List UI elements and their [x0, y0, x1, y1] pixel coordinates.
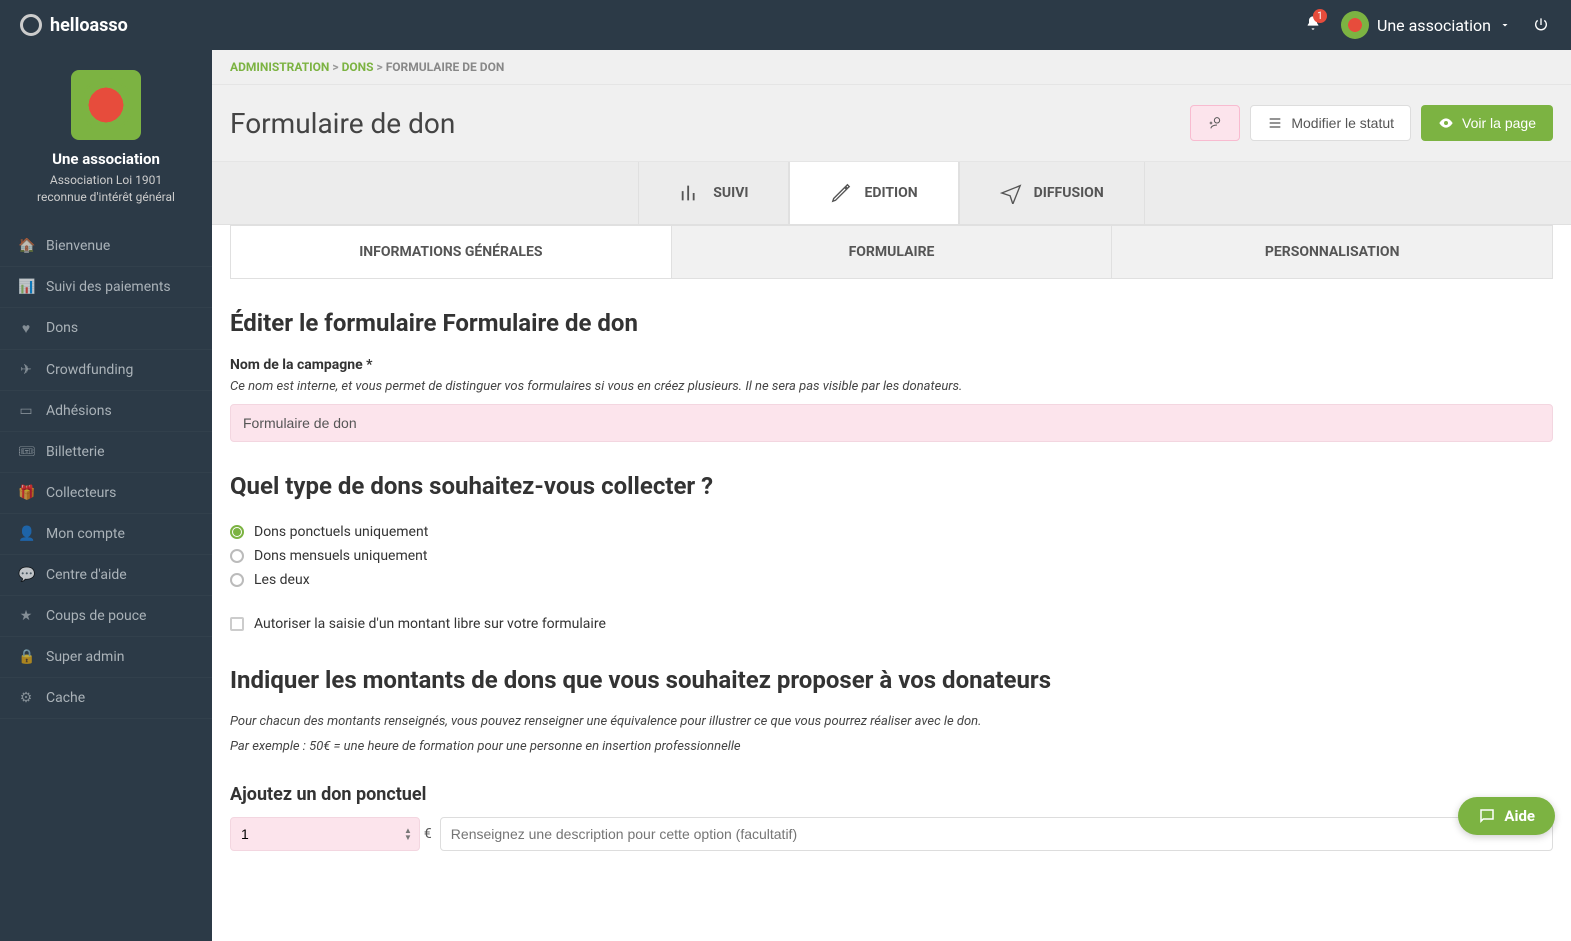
org-subtitle-1: Association Loi 1901 — [10, 172, 202, 189]
add-user-button[interactable] — [1190, 105, 1240, 141]
card-icon: ▭ — [18, 403, 34, 419]
breadcrumb: ADMINISTRATION > DONS > FORMULAIRE DE DO… — [212, 50, 1571, 85]
radio-mensuels[interactable]: Dons mensuels uniquement — [230, 544, 1553, 568]
power-icon[interactable] — [1531, 17, 1551, 33]
user-dropdown[interactable]: Une association — [1341, 11, 1511, 39]
modify-status-button[interactable]: Modifier le statut — [1250, 105, 1411, 141]
section3-hint2: Par exemple : 50€ = une heure de formati… — [230, 739, 1553, 754]
breadcrumb-dons[interactable]: DONS — [342, 60, 374, 74]
amount-row: ▲▼ € — [230, 817, 1553, 851]
content: Éditer le formulaire Formulaire de don N… — [212, 279, 1571, 881]
nav-compte[interactable]: 👤Mon compte — [0, 514, 212, 555]
nav-billetterie[interactable]: 🎟Billetterie — [0, 432, 212, 473]
amount-input[interactable] — [230, 817, 420, 851]
tab-diffusion[interactable]: DIFFUSION — [959, 162, 1145, 224]
sub-tabs: INFORMATIONS GÉNÉRALES FORMULAIRE PERSON… — [230, 225, 1553, 279]
chat-bubble-icon — [1478, 807, 1496, 825]
plane-icon: ✈ — [18, 362, 34, 378]
chat-icon: 💬 — [18, 567, 34, 583]
amount-desc-input[interactable] — [440, 817, 1553, 851]
page-header: Formulaire de don Modifier le statut Voi… — [212, 85, 1571, 162]
chevron-down-icon — [1499, 17, 1511, 33]
avatar-icon — [1341, 11, 1369, 39]
tab-edition[interactable]: EDITION — [789, 162, 958, 224]
org-logo — [71, 70, 141, 140]
eye-icon — [1438, 115, 1454, 131]
section3-hint1: Pour chacun des montants renseignés, vou… — [230, 714, 1553, 729]
star-icon: ★ — [18, 608, 34, 624]
tab-suivi[interactable]: SUIVI — [638, 162, 789, 224]
subtab-perso[interactable]: PERSONNALISATION — [1112, 226, 1552, 278]
chart-icon: 📊 — [18, 279, 34, 295]
lock-icon: 🔒 — [18, 649, 34, 665]
mode-tabs: SUIVI EDITION DIFFUSION — [212, 162, 1571, 225]
logo-icon — [20, 14, 42, 36]
page-title: Formulaire de don — [230, 107, 455, 140]
send-icon — [1000, 182, 1022, 204]
help-button[interactable]: Aide — [1458, 797, 1555, 835]
spinner-down-icon[interactable]: ▼ — [404, 834, 412, 841]
subtab-info[interactable]: INFORMATIONS GÉNÉRALES — [231, 226, 672, 278]
bars-icon — [679, 182, 701, 204]
ticket-icon: 🎟 — [18, 444, 34, 460]
radio-lesdeux[interactable]: Les deux — [230, 568, 1553, 592]
nav-aide[interactable]: 💬Centre d'aide — [0, 555, 212, 596]
notifications-button[interactable]: 1 — [1305, 15, 1321, 35]
amount-spinner[interactable]: ▲▼ — [404, 827, 412, 841]
nav-collecteurs[interactable]: 🎁Collecteurs — [0, 473, 212, 514]
currency-label: € — [424, 826, 432, 842]
nav-coups[interactable]: ★Coups de pouce — [0, 596, 212, 637]
list-icon — [1267, 115, 1283, 131]
gear-icon: ⚙ — [18, 690, 34, 706]
edit-icon — [830, 182, 852, 204]
view-page-button[interactable]: Voir la page — [1421, 105, 1553, 141]
section2-title: Quel type de dons souhaitez-vous collect… — [230, 472, 1553, 500]
org-subtitle-2: reconnue d'intérêt général — [10, 189, 202, 206]
radio-icon — [230, 549, 244, 563]
home-icon: 🏠 — [18, 238, 34, 254]
campaign-name-input[interactable] — [230, 404, 1553, 442]
breadcrumb-current: FORMULAIRE DE DON — [386, 60, 505, 74]
nav-adhesions[interactable]: ▭Adhésions — [0, 391, 212, 432]
topbar: helloasso 1 Une association — [0, 0, 1571, 50]
brand-text: helloasso — [50, 15, 128, 36]
nav-crowdfunding[interactable]: ✈Crowdfunding — [0, 350, 212, 391]
user-plus-icon — [1207, 115, 1223, 131]
breadcrumb-admin[interactable]: ADMINISTRATION — [230, 60, 329, 74]
org-name: Une association — [10, 150, 202, 168]
sidebar-org: Une association Association Loi 1901 rec… — [0, 50, 212, 226]
section3-title: Indiquer les montants de dons que vous s… — [230, 666, 1553, 694]
nav-admin[interactable]: 🔒Super admin — [0, 637, 212, 678]
brand-logo[interactable]: helloasso — [20, 14, 128, 36]
campaign-hint: Ce nom est interne, et vous permet de di… — [230, 379, 1553, 394]
nav-dons[interactable]: ♥Dons — [0, 308, 212, 350]
sidebar: Une association Association Loi 1901 rec… — [0, 50, 212, 941]
checkbox-montant-libre[interactable]: Autoriser la saisie d'un montant libre s… — [230, 612, 1553, 636]
notif-badge: 1 — [1313, 9, 1327, 23]
checkbox-icon — [230, 617, 244, 631]
user-name: Une association — [1377, 16, 1491, 35]
nav-paiements[interactable]: 📊Suivi des paiements — [0, 267, 212, 308]
gift-icon: 🎁 — [18, 485, 34, 501]
radio-icon — [230, 525, 244, 539]
heart-icon: ♥ — [18, 320, 34, 337]
radio-ponctuels[interactable]: Dons ponctuels uniquement — [230, 520, 1553, 544]
main: ADMINISTRATION > DONS > FORMULAIRE DE DO… — [212, 50, 1571, 941]
subtab-form[interactable]: FORMULAIRE — [672, 226, 1113, 278]
radio-icon — [230, 573, 244, 587]
section3-sub: Ajoutez un don ponctuel — [230, 784, 1553, 805]
campaign-label: Nom de la campagne * — [230, 357, 1553, 373]
nav-bienvenue[interactable]: 🏠Bienvenue — [0, 226, 212, 267]
user-icon: 👤 — [18, 526, 34, 542]
nav-cache[interactable]: ⚙Cache — [0, 678, 212, 719]
section1-title: Éditer le formulaire Formulaire de don — [230, 309, 1553, 337]
